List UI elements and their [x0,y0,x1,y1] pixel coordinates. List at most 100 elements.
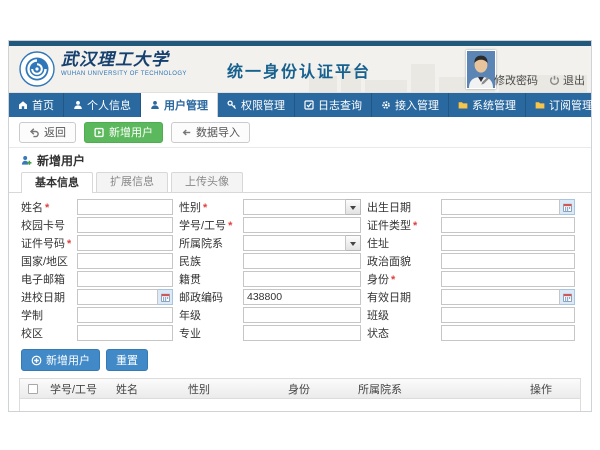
form-input[interactable] [77,253,173,269]
toolbar: 返回 新增用户 数据导入 [9,117,591,148]
nav-item[interactable]: 首页 [9,93,64,117]
field-input-group [441,253,575,269]
form-input[interactable] [77,289,158,305]
field-input-group [243,235,361,251]
form-input[interactable] [441,325,575,341]
field-label: 出生日期 [367,199,435,215]
change-password-link[interactable]: 修改密码 [480,72,538,88]
calendar-picker-button[interactable] [560,199,575,215]
required-marker: * [413,220,417,232]
field-label: 证件号码* [21,235,71,251]
field-label: 专业 [179,325,237,341]
calendar-picker-button[interactable] [560,289,575,305]
tab-label: 扩展信息 [110,176,154,188]
section-title: 新增用户 [37,152,85,169]
form-input[interactable] [243,235,346,251]
form-input[interactable] [77,325,173,341]
field-input-group [243,271,361,287]
reset-button-label: 重置 [116,352,138,368]
nav-item[interactable]: 系统管理 [449,93,526,117]
nav-item[interactable]: 用户管理 [141,93,218,117]
field-label: 有效日期 [367,289,435,305]
field-input-group [77,217,173,233]
form-input[interactable] [441,307,575,323]
submit-add-user-button[interactable]: 新增用户 [21,349,100,371]
form-input[interactable] [441,289,560,305]
form-actions: 新增用户 重置 [9,345,591,375]
calendar-picker-button[interactable] [158,289,173,305]
plus-circle-icon [31,355,42,366]
calendar-icon [161,293,170,302]
app-window: 武汉理工大学 WUHAN UNIVERSITY OF TECHNOLOGY 统一… [8,40,592,412]
skyline-decoration [365,80,407,92]
data-import-button[interactable]: 数据导入 [171,122,250,143]
field-label: 学制 [21,307,71,323]
nav-item[interactable]: 订阅管理 [526,93,600,117]
field-label: 电子邮箱 [21,271,71,287]
table-header-cell: 操作 [526,381,580,397]
tab[interactable]: 扩展信息 [96,172,168,192]
field-input-group [77,235,173,251]
new-user-form: 姓名* 性别* [9,193,591,345]
platform-title: 统一身份认证平台 [227,58,371,82]
back-button[interactable]: 返回 [19,122,76,143]
key-icon [227,100,237,110]
field-label: 状态 [367,325,435,341]
form-input[interactable] [243,325,361,341]
masthead: 武汉理工大学 WUHAN UNIVERSITY OF TECHNOLOGY 统一… [9,46,591,93]
form-input[interactable] [243,271,361,287]
field-label: 邮政编码 [179,289,237,305]
form-input[interactable] [77,217,173,233]
form-input[interactable] [243,217,361,233]
tab-label: 基本信息 [35,177,79,189]
form-input[interactable] [243,253,361,269]
nav-item[interactable]: 权限管理 [218,93,295,117]
form-input[interactable] [77,307,173,323]
field-input-group [441,199,575,215]
reset-button[interactable]: 重置 [106,349,148,371]
form-input[interactable] [243,307,361,323]
form-input[interactable] [441,235,575,251]
tab[interactable]: 基本信息 [21,172,93,193]
form-input[interactable] [77,271,173,287]
nav-item-label: 订阅管理 [549,97,593,113]
dropdown-arrow-button[interactable] [346,235,361,251]
home-icon [18,100,28,110]
form-input[interactable] [441,271,575,287]
field-label: 所属院系 [179,235,237,251]
nav-item-label: 个人信息 [87,97,131,113]
field-input-group [243,325,361,341]
import-arrow-icon [181,127,192,138]
header-links: 修改密码 退出 [480,72,585,88]
calendar-icon [563,203,572,212]
select-all-checkbox[interactable] [28,384,38,394]
form-input[interactable] [441,217,575,233]
nav-item-label: 用户管理 [164,97,208,113]
nav-item-label: 接入管理 [395,97,439,113]
form-input[interactable] [77,199,173,215]
calendar-icon [563,293,572,302]
field-input-group [243,289,361,305]
field-input-group [441,235,575,251]
dropdown-arrow-button[interactable] [346,199,361,215]
add-user-toolbar-button[interactable]: 新增用户 [84,122,163,143]
tab[interactable]: 上传头像 [171,172,243,192]
logout-label: 退出 [563,72,585,88]
nav-item[interactable]: 日志查询 [295,93,372,117]
nav-item[interactable]: 接入管理 [372,93,449,117]
form-input[interactable] [77,235,173,251]
submit-button-label: 新增用户 [46,352,90,368]
form-input[interactable] [243,199,346,215]
field-label: 班级 [367,307,435,323]
field-label: 证件类型* [367,217,435,233]
form-input[interactable] [441,199,560,215]
form-input[interactable] [441,253,575,269]
add-user-icon [21,155,32,166]
nav-item-label: 权限管理 [241,97,285,113]
nav-item[interactable]: 个人信息 [64,93,141,117]
form-input[interactable] [243,289,361,305]
field-label: 校区 [21,325,71,341]
field-label: 性别* [179,199,237,215]
logout-link[interactable]: 退出 [549,72,585,88]
caret-down-icon [350,206,356,213]
